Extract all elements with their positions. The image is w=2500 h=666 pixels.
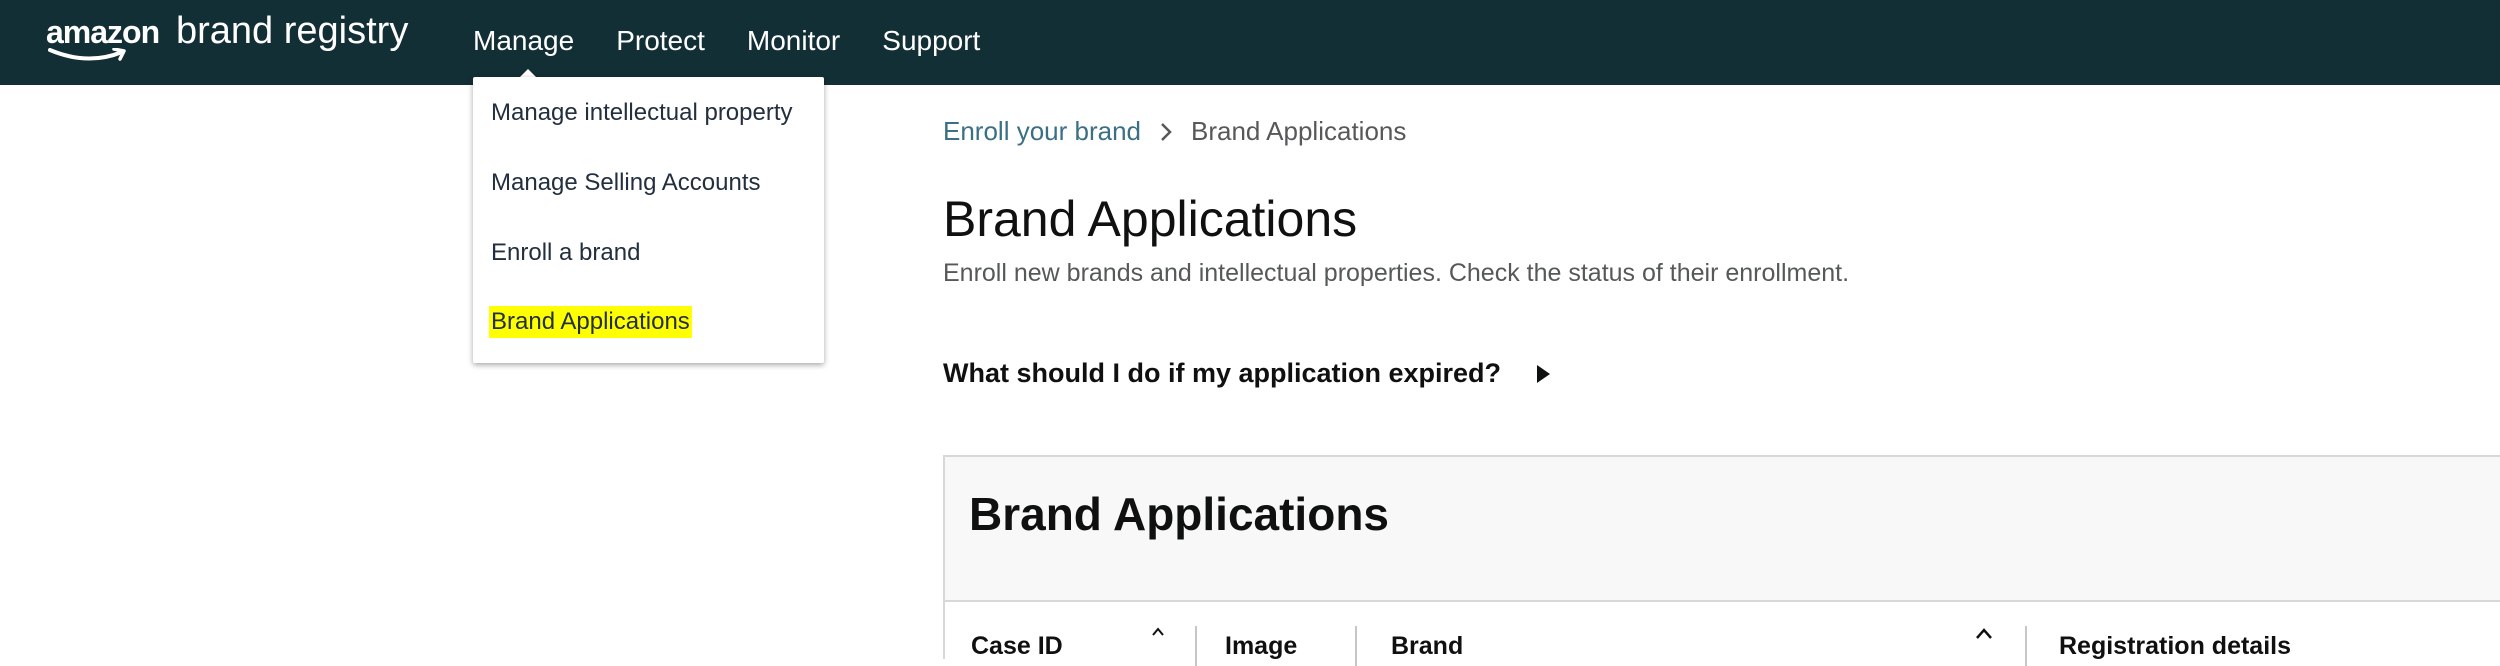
breadcrumb-current: Brand Applications bbox=[1191, 116, 1407, 146]
table-header: Case ID Image Brand Registration details bbox=[945, 600, 2500, 666]
amazon-smile-icon bbox=[48, 48, 126, 61]
menu-item-manage-ip[interactable]: Manage intellectual property bbox=[491, 99, 793, 127]
chevron-right-icon bbox=[1159, 121, 1173, 143]
panel-title: Brand Applications bbox=[969, 488, 1389, 540]
column-case-id[interactable]: Case ID bbox=[971, 632, 1063, 661]
page-title: Brand Applications bbox=[943, 191, 1358, 247]
logo-registry-text: brand registry bbox=[176, 10, 409, 52]
nav-manage[interactable]: Manage bbox=[473, 25, 574, 79]
nav-support[interactable]: Support bbox=[882, 25, 980, 57]
column-registration-details: Registration details bbox=[2059, 632, 2291, 660]
breadcrumb-enroll-brand[interactable]: Enroll your brand bbox=[943, 116, 1141, 147]
column-divider[interactable] bbox=[1355, 626, 1357, 666]
page-description: Enroll new brands and intellectual prope… bbox=[943, 259, 1850, 287]
menu-item-enroll-brand[interactable]: Enroll a brand bbox=[491, 239, 640, 267]
main-nav: Manage Protect Monitor Support bbox=[473, 0, 1022, 85]
nav-monitor[interactable]: Monitor bbox=[747, 25, 840, 57]
column-divider[interactable] bbox=[2025, 626, 2027, 666]
top-navigation-bar: amazon brand registry Manage Protect Mon… bbox=[0, 0, 2500, 85]
faq-question: What should I do if my application expir… bbox=[943, 358, 1502, 388]
brand-applications-panel: Brand Applications Case ID Image Brand R… bbox=[943, 455, 2500, 666]
menu-item-brand-applications[interactable]: Brand Applications bbox=[489, 306, 692, 338]
nav-protect[interactable]: Protect bbox=[616, 25, 705, 57]
column-image: Image bbox=[1225, 632, 1298, 660]
breadcrumb: Enroll your brand Brand Applications bbox=[943, 116, 1406, 147]
column-divider[interactable] bbox=[1195, 626, 1197, 666]
logo-amazon-text: amazon bbox=[46, 14, 160, 50]
column-brand[interactable]: Brand bbox=[1391, 632, 1463, 661]
manage-dropdown-menu: Manage intellectual property Manage Sell… bbox=[473, 77, 824, 363]
menu-item-manage-selling-accounts[interactable]: Manage Selling Accounts bbox=[491, 169, 761, 197]
sort-ascending-icon[interactable] bbox=[1975, 626, 1993, 647]
caret-right-icon bbox=[1537, 364, 1551, 383]
faq-expired-application[interactable]: What should I do if my application expir… bbox=[943, 358, 1551, 389]
